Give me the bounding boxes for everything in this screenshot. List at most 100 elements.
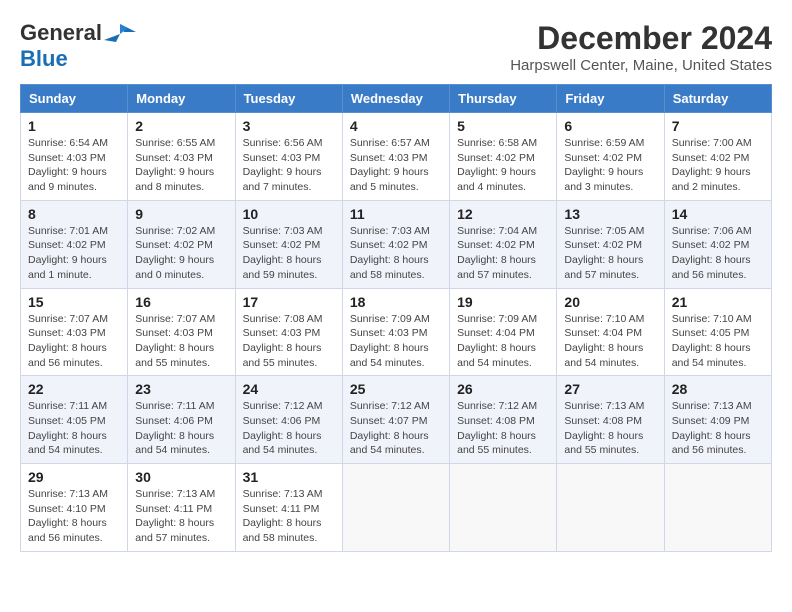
- day-info: Sunrise: 7:12 AMSunset: 4:07 PMDaylight:…: [350, 399, 442, 458]
- day-number: 11: [350, 206, 442, 222]
- day-number: 29: [28, 469, 120, 485]
- day-number: 6: [564, 118, 656, 134]
- calendar-cell: 11 Sunrise: 7:03 AMSunset: 4:02 PMDayligh…: [342, 200, 449, 288]
- logo-general-text: General: [20, 20, 102, 46]
- weekday-header-thursday: Thursday: [450, 85, 557, 113]
- weekday-header-friday: Friday: [557, 85, 664, 113]
- day-number: 19: [457, 294, 549, 310]
- day-number: 16: [135, 294, 227, 310]
- calendar-cell: 5Sunrise: 6:58 AMSunset: 4:02 PMDaylight…: [450, 113, 557, 201]
- weekday-header-wednesday: Wednesday: [342, 85, 449, 113]
- day-number: 22: [28, 381, 120, 397]
- calendar-cell: 24 Sunrise: 7:12 AMSunset: 4:06 PMDayligh…: [235, 376, 342, 464]
- weekday-header-tuesday: Tuesday: [235, 85, 342, 113]
- day-number: 20: [564, 294, 656, 310]
- day-number: 15: [28, 294, 120, 310]
- calendar-cell: [342, 464, 449, 552]
- day-info: Sunrise: 7:00 AMSunset: 4:02 PMDaylight:…: [672, 136, 764, 195]
- day-number: 14: [672, 206, 764, 222]
- day-number: 13: [564, 206, 656, 222]
- calendar-cell: 4 Sunrise: 6:57 AMSunset: 4:03 PMDaylight…: [342, 113, 449, 201]
- calendar-cell: 26 Sunrise: 7:12 AMSunset: 4:08 PMDayligh…: [450, 376, 557, 464]
- day-info: Sunrise: 6:58 AMSunset: 4:02 PMDaylight:…: [457, 136, 549, 195]
- day-number: 28: [672, 381, 764, 397]
- day-number: 30: [135, 469, 227, 485]
- calendar-week-4: 22 Sunrise: 7:11 AMSunset: 4:05 PMDayligh…: [21, 376, 772, 464]
- calendar-cell: 10Sunrise: 7:03 AMSunset: 4:02 PMDayligh…: [235, 200, 342, 288]
- calendar-cell: 7 Sunrise: 7:00 AMSunset: 4:02 PMDaylight…: [664, 113, 771, 201]
- weekday-header-saturday: Saturday: [664, 85, 771, 113]
- location-subtitle: Harpswell Center, Maine, United States: [510, 57, 772, 74]
- calendar-cell: 15 Sunrise: 7:07 AMSunset: 4:03 PMDayligh…: [21, 288, 128, 376]
- day-number: 31: [243, 469, 335, 485]
- day-info: Sunrise: 6:59 AMSunset: 4:02 PMDaylight:…: [564, 136, 656, 195]
- day-info: Sunrise: 6:54 AMSunset: 4:03 PMDaylight:…: [28, 136, 120, 195]
- logo-container: General Blue: [20, 20, 136, 72]
- day-info: Sunrise: 7:01 AMSunset: 4:02 PMDaylight:…: [28, 224, 120, 283]
- day-info: Sunrise: 7:07 AMSunset: 4:03 PMDaylight:…: [135, 312, 227, 371]
- day-info: Sunrise: 7:09 AMSunset: 4:04 PMDaylight:…: [457, 312, 549, 371]
- day-info: Sunrise: 6:55 AMSunset: 4:03 PMDaylight:…: [135, 136, 227, 195]
- weekday-header-sunday: Sunday: [21, 85, 128, 113]
- day-number: 26: [457, 381, 549, 397]
- logo: General Blue: [20, 20, 136, 72]
- calendar-cell: 14Sunrise: 7:06 AMSunset: 4:02 PMDayligh…: [664, 200, 771, 288]
- day-info: Sunrise: 7:12 AMSunset: 4:08 PMDaylight:…: [457, 399, 549, 458]
- day-number: 17: [243, 294, 335, 310]
- day-number: 7: [672, 118, 764, 134]
- day-info: Sunrise: 7:10 AMSunset: 4:05 PMDaylight:…: [672, 312, 764, 371]
- calendar-cell: 17 Sunrise: 7:08 AMSunset: 4:03 PMDayligh…: [235, 288, 342, 376]
- calendar-cell: 22 Sunrise: 7:11 AMSunset: 4:05 PMDayligh…: [21, 376, 128, 464]
- day-info: Sunrise: 7:07 AMSunset: 4:03 PMDaylight:…: [28, 312, 120, 371]
- day-info: Sunrise: 7:09 AMSunset: 4:03 PMDaylight:…: [350, 312, 442, 371]
- calendar-cell: 30 Sunrise: 7:13 AMSunset: 4:11 PMDayligh…: [128, 464, 235, 552]
- day-number: 3: [243, 118, 335, 134]
- day-info: Sunrise: 7:03 AMSunset: 4:02 PMDaylight:…: [243, 224, 335, 283]
- calendar-cell: [557, 464, 664, 552]
- day-info: Sunrise: 7:12 AMSunset: 4:06 PMDaylight:…: [243, 399, 335, 458]
- day-number: 25: [350, 381, 442, 397]
- day-info: Sunrise: 7:08 AMSunset: 4:03 PMDaylight:…: [243, 312, 335, 371]
- day-info: Sunrise: 7:13 AMSunset: 4:11 PMDaylight:…: [135, 487, 227, 546]
- day-info: Sunrise: 7:11 AMSunset: 4:05 PMDaylight:…: [28, 399, 120, 458]
- calendar-cell: 31Sunrise: 7:13 AMSunset: 4:11 PMDayligh…: [235, 464, 342, 552]
- calendar-cell: 13Sunrise: 7:05 AMSunset: 4:02 PMDayligh…: [557, 200, 664, 288]
- calendar-cell: 18 Sunrise: 7:09 AMSunset: 4:03 PMDayligh…: [342, 288, 449, 376]
- bird-icon: [104, 22, 136, 44]
- calendar-cell: 9Sunrise: 7:02 AMSunset: 4:02 PMDaylight…: [128, 200, 235, 288]
- calendar-cell: 20Sunrise: 7:10 AMSunset: 4:04 PMDayligh…: [557, 288, 664, 376]
- day-info: Sunrise: 7:03 AMSunset: 4:02 PMDaylight:…: [350, 224, 442, 283]
- day-number: 24: [243, 381, 335, 397]
- month-title: December 2024: [510, 20, 772, 57]
- day-number: 21: [672, 294, 764, 310]
- calendar-table: SundayMondayTuesdayWednesdayThursdayFrid…: [20, 84, 772, 552]
- day-info: Sunrise: 6:57 AMSunset: 4:03 PMDaylight:…: [350, 136, 442, 195]
- calendar-cell: 2Sunrise: 6:55 AMSunset: 4:03 PMDaylight…: [128, 113, 235, 201]
- day-number: 12: [457, 206, 549, 222]
- calendar-cell: 28Sunrise: 7:13 AMSunset: 4:09 PMDayligh…: [664, 376, 771, 464]
- weekday-header-row: SundayMondayTuesdayWednesdayThursdayFrid…: [21, 85, 772, 113]
- day-number: 23: [135, 381, 227, 397]
- calendar-cell: 21 Sunrise: 7:10 AMSunset: 4:05 PMDayligh…: [664, 288, 771, 376]
- calendar-cell: 19 Sunrise: 7:09 AMSunset: 4:04 PMDayligh…: [450, 288, 557, 376]
- title-section: December 2024 Harpswell Center, Maine, U…: [510, 20, 772, 74]
- calendar-cell: [450, 464, 557, 552]
- day-info: Sunrise: 7:13 AMSunset: 4:08 PMDaylight:…: [564, 399, 656, 458]
- day-info: Sunrise: 7:04 AMSunset: 4:02 PMDaylight:…: [457, 224, 549, 283]
- day-number: 18: [350, 294, 442, 310]
- day-info: Sunrise: 7:13 AMSunset: 4:10 PMDaylight:…: [28, 487, 120, 546]
- calendar-week-1: 1 Sunrise: 6:54 AMSunset: 4:03 PMDaylight…: [21, 113, 772, 201]
- calendar-cell: 1 Sunrise: 6:54 AMSunset: 4:03 PMDaylight…: [21, 113, 128, 201]
- page-header: General Blue December 2024 Harpswell Cen…: [20, 20, 772, 74]
- logo-blue-text: Blue: [20, 46, 68, 71]
- day-number: 27: [564, 381, 656, 397]
- day-info: Sunrise: 6:56 AMSunset: 4:03 PMDaylight:…: [243, 136, 335, 195]
- calendar-cell: 27 Sunrise: 7:13 AMSunset: 4:08 PMDayligh…: [557, 376, 664, 464]
- calendar-cell: 29 Sunrise: 7:13 AMSunset: 4:10 PMDayligh…: [21, 464, 128, 552]
- calendar-cell: 23Sunrise: 7:11 AMSunset: 4:06 PMDayligh…: [128, 376, 235, 464]
- calendar-cell: 16 Sunrise: 7:07 AMSunset: 4:03 PMDayligh…: [128, 288, 235, 376]
- day-number: 1: [28, 118, 120, 134]
- day-number: 4: [350, 118, 442, 134]
- day-info: Sunrise: 7:02 AMSunset: 4:02 PMDaylight:…: [135, 224, 227, 283]
- calendar-cell: 6 Sunrise: 6:59 AMSunset: 4:02 PMDaylight…: [557, 113, 664, 201]
